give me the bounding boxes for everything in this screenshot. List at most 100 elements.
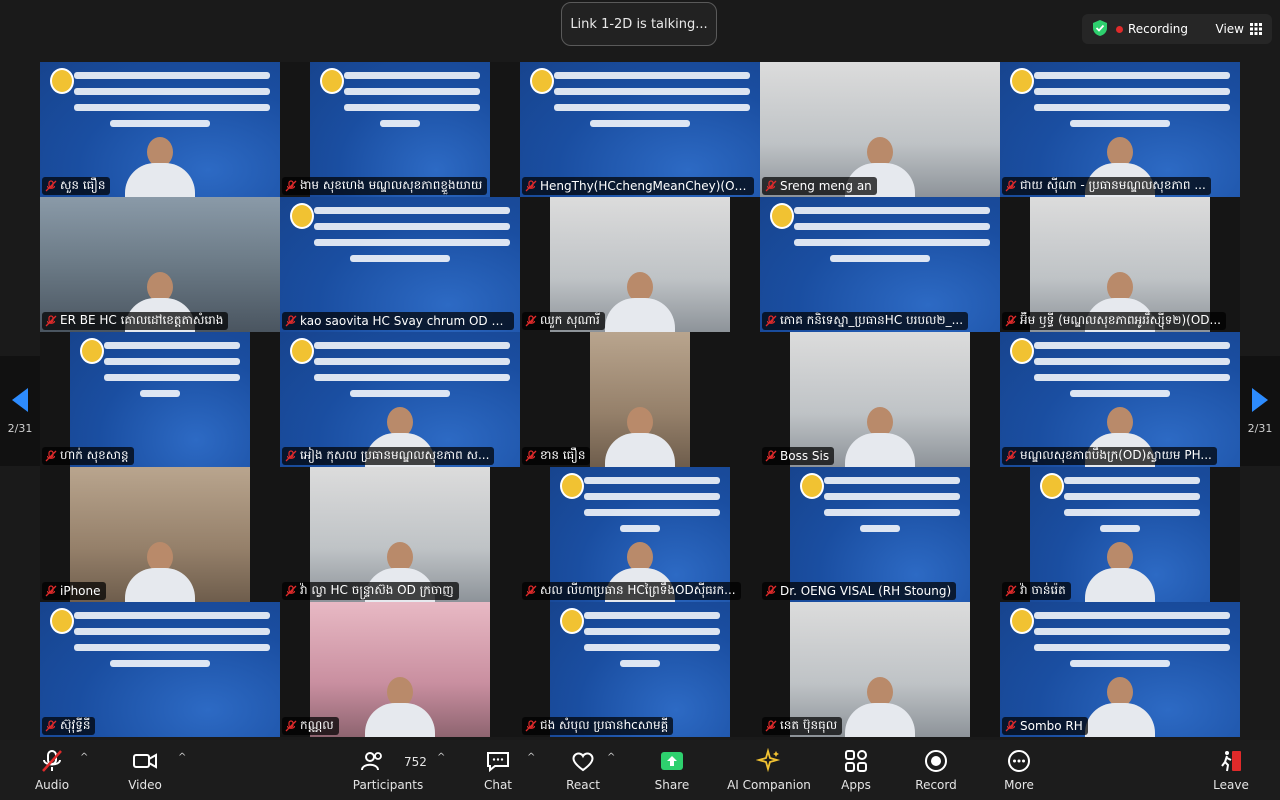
ministry-logo-icon [560,608,584,634]
participant-name: Boss Sis [780,449,830,463]
participant-tile[interactable]: មណ្ឌលសុខភាពបឹងក្រ(OD)ស្វាយម PH... [1000,332,1240,467]
audio-options-caret-icon[interactable]: ^ [80,752,88,763]
participant-tile[interactable]: សួន ធឿន [40,62,280,197]
participant-name: អៀង កុសល ប្រធានមណ្ឌលសុខភាព ស... [300,448,490,462]
slide-text-line [1064,493,1200,500]
share-button[interactable]: Share [652,740,692,800]
participant-tile[interactable]: ER BE HC គោលដៅខេត្តតាសំរោង [40,197,280,332]
video-options-caret-icon[interactable]: ^ [178,752,186,763]
slide-text-line [74,644,270,651]
participant-tile[interactable]: អ៊ឹម ឫទ្ធី (មណ្ឌលសុខភាពអូររឹស្ស៊ីទ២)(OD.… [1000,197,1240,332]
participant-tile[interactable]: ងាម សុខហេង មណ្ឌលសុខភាពខ្ទួងយាយ [280,62,520,197]
participant-tile[interactable]: Sreng meng an [760,62,1000,197]
arrow-right-icon [1252,387,1268,412]
grid-view-icon [1250,23,1262,35]
participant-tile[interactable]: ឈួក សុណារី [520,197,760,332]
leave-button[interactable]: Leave [1212,740,1250,800]
participant-tile[interactable]: សល លីហាប្រធាន HCព្រៃទឹងODស៊ីធរក... [520,467,760,602]
participant-tile[interactable]: Sombo RH [1000,602,1240,737]
participant-tile[interactable]: ខាន ធឿន [520,332,760,467]
view-button[interactable]: View [1216,22,1262,36]
participant-tile[interactable]: ស៊ុវុទ្ធីនី [40,602,280,737]
shield-icon[interactable] [1092,19,1108,40]
more-button[interactable]: More [1000,740,1038,800]
video-button[interactable]: Video [125,740,165,800]
participant-name: សួន ធឿន [60,178,106,192]
participant-tile[interactable]: Dr. OENG VISAL (RH Stoung) [760,467,1000,602]
slide-text-line [74,104,270,111]
participant-tile[interactable]: នេត ប៊ុនធុល [760,602,1000,737]
participant-name: ហាក់ សុខសាន្ត [60,448,129,462]
participant-name: HengThy(HCchengMeanChey)(ODBT... [540,179,749,193]
slide-text-line [314,239,510,246]
participant-tile[interactable]: ភោគ កនិទេស្នា_ប្រធានHC បរបល២_... [760,197,1000,332]
participant-name-tag: kao saovita HC Svay chrum OD ksach... [282,312,514,330]
muted-microphone-icon [1005,450,1017,462]
participant-name: ឈួក សុណារី [540,313,600,327]
participant-name: Dr. OENG VISAL (RH Stoung) [780,584,952,598]
slide-text-line [584,644,720,651]
participant-name-tag: ភោគ កនិទេស្នា_ប្រធានHC បរបល២_... [762,312,969,330]
participant-tile[interactable]: វ៉ា ចាន់រ៉េត [1000,467,1240,602]
ministry-logo-icon [290,203,314,229]
participant-figure [365,677,435,737]
participant-tile[interactable]: ជង សំបុល ប្រធានhcសាមគ្គី [520,602,760,737]
react-options-caret-icon[interactable]: ^ [607,752,615,763]
slide-text-line [1100,525,1140,532]
muted-microphone-icon [285,180,297,192]
ai-companion-button[interactable]: AI Companion [727,740,811,800]
participants-options-caret-icon[interactable]: ^ [437,752,445,763]
participant-figure [125,137,195,197]
apps-button[interactable]: Apps [838,740,874,800]
participant-figure [605,407,675,467]
slide-text-line [1034,342,1230,349]
participant-name-tag: iPhone [42,582,106,600]
sparkle-icon [756,748,781,773]
meeting-status-bar: Recording View [1082,14,1272,44]
meeting-toolbar: Audio ^ Video ^ Participants 752 ^ Chat … [0,740,1280,800]
participant-tile[interactable]: HengThy(HCchengMeanChey)(ODBT... [520,62,760,197]
participant-tile[interactable]: kao saovita HC Svay chrum OD ksach... [280,197,520,332]
participant-body [365,703,435,737]
slide-text-line [860,525,900,532]
chat-button[interactable]: Chat [480,740,516,800]
participant-name-tag: អ៊ឹម ឫទ្ធី (មណ្ឌលសុខភាពអូររឹស្ស៊ីទ២)(OD.… [1002,312,1226,330]
muted-microphone-icon [42,750,62,772]
participant-name-tag: ហាក់ សុខសាន្ត [42,447,134,465]
slide-text-line [1034,612,1230,619]
participant-tile[interactable]: កណ្ណល [280,602,520,737]
muted-microphone-icon [525,720,537,732]
muted-microphone-icon [45,180,57,192]
react-button[interactable]: React [565,740,601,800]
participant-tile[interactable]: Boss Sis [760,332,1000,467]
participant-tile[interactable]: ហាក់ សុខសាន្ត [40,332,280,467]
ministry-logo-icon [1010,608,1034,634]
record-button[interactable]: Record [914,740,958,800]
apps-label: Apps [841,778,871,792]
participant-name-tag: វ៉ា ចាន់រ៉េត [1002,582,1071,600]
slide-text-line [1070,120,1170,127]
participant-tile[interactable]: iPhone [40,467,280,602]
participant-body [605,298,675,332]
audio-button[interactable]: Audio [30,740,74,800]
participants-button[interactable]: Participants [353,740,423,800]
participant-figure [845,677,915,737]
ai-companion-label: AI Companion [727,778,811,792]
slide-text-line [1064,477,1200,484]
ministry-logo-icon [80,338,104,364]
muted-microphone-icon [45,450,57,462]
muted-microphone-icon [1005,180,1017,192]
participant-name: អ៊ឹម ឫទ្ធី (មណ្ឌលសុខភាពអូររឹស្ស៊ីទ២)(OD.… [1020,313,1221,327]
participant-tile[interactable]: អៀង កុសល ប្រធានមណ្ឌលសុខភាព ស... [280,332,520,467]
previous-page-button[interactable]: 2/31 [0,356,40,466]
participant-tile[interactable]: ជាយ ស៊ីណា - ប្រធានមណ្ឌលសុខភាព ... [1000,62,1240,197]
slide-text-line [314,374,510,381]
chat-options-caret-icon[interactable]: ^ [527,752,535,763]
slide-text-line [1034,72,1230,79]
participant-name-tag: Boss Sis [762,447,835,465]
muted-microphone-icon [765,450,777,462]
next-page-button[interactable]: 2/31 [1240,356,1280,466]
recording-indicator[interactable]: Recording [1116,22,1188,36]
participant-tile[interactable]: វ៉ា ល្វា HC ចន្ទ្រាស៊ង OD ក្រចាញ [280,467,520,602]
muted-microphone-icon [285,720,297,732]
